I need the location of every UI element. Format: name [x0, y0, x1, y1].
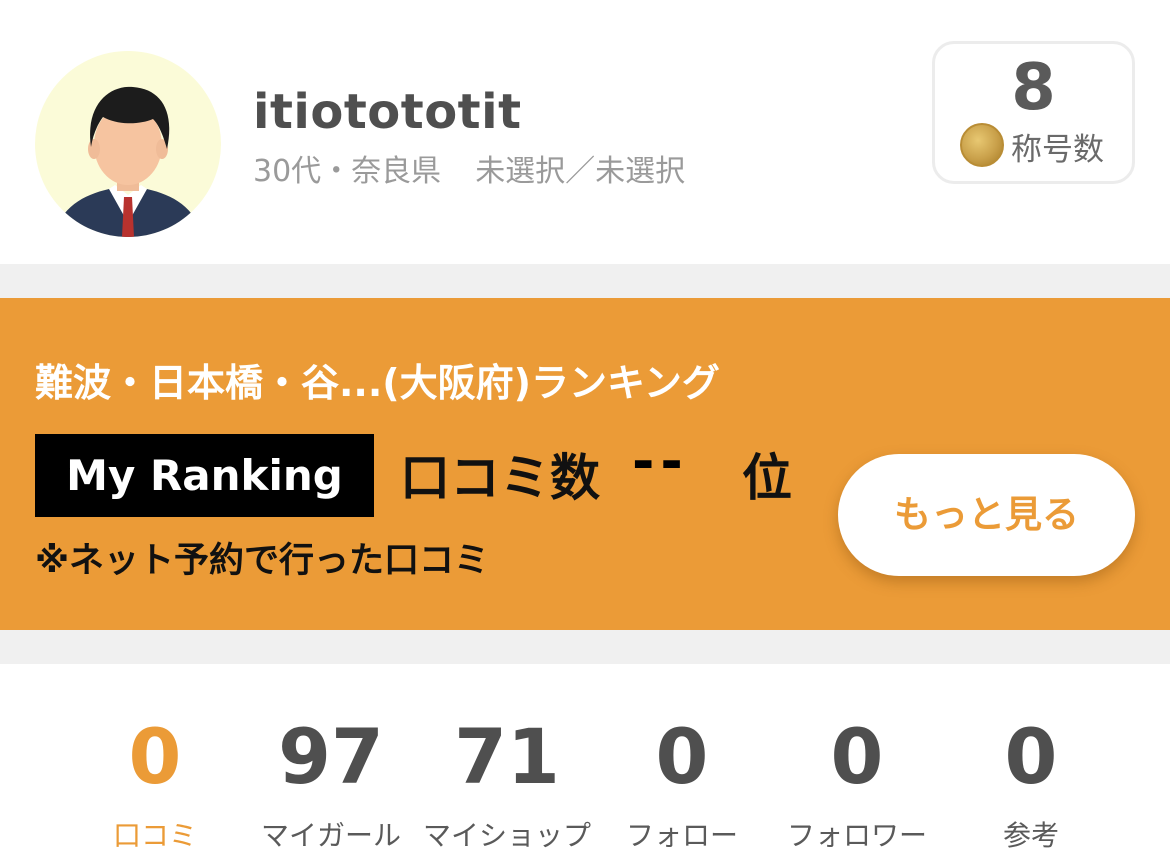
profile-meta: 30代・奈良県 未選択／未選択 [253, 146, 685, 190]
meta-dot: ・ [321, 154, 352, 189]
profile-header: itiotototit 30代・奈良県 未選択／未選択 8 称号数 [0, 0, 1170, 264]
my-ranking-badge: My Ranking [35, 434, 374, 517]
stat-following[interactable]: 0 フォロー [587, 714, 777, 854]
title-count-box[interactable]: 8 称号数 [932, 41, 1135, 184]
ranking-banner: 難波・日本橋・谷...(大阪府)ランキング My Ranking 口コミ数 --… [0, 298, 1170, 630]
stat-label: フォロー [625, 819, 738, 852]
stat-value: 0 [1004, 712, 1058, 801]
stat-label: マイガール [260, 819, 401, 852]
ranking-area-title: 難波・日本橋・谷...(大阪府)ランキング [35, 361, 720, 405]
ranking-kind: 口コミ数 [400, 449, 600, 507]
profile-page: itiotototit 30代・奈良県 未選択／未選択 8 称号数 難波・日本橋・… [0, 0, 1170, 863]
age: 30代 [253, 154, 322, 189]
stat-label: フォロワー [786, 819, 927, 852]
coin-icon [960, 123, 1004, 167]
title-count: 8 [1011, 51, 1056, 125]
stat-label: 口コミ [112, 819, 197, 852]
title-label: 称号数 [1011, 132, 1104, 168]
stat-label: マイショップ [422, 819, 591, 852]
username: itiotototit [253, 84, 522, 140]
avatar-icon [53, 86, 203, 237]
stat-my-girls[interactable]: 97 マイガール [236, 714, 426, 854]
ranking-unit: 位 [742, 449, 792, 507]
ranking-note: ※ネット予約で行った口コミ [35, 541, 490, 581]
stat-label: 参考 [1002, 819, 1059, 852]
stat-value: 71 [454, 712, 560, 801]
stats-bar: 0 口コミ 97 マイガール 71 マイショップ 0 フォロー 0 フォロワー … [0, 664, 1170, 863]
see-more-button[interactable]: もっと見る [838, 454, 1135, 576]
stat-value: 0 [655, 712, 709, 801]
stat-value: 97 [278, 712, 384, 801]
avatar[interactable] [35, 51, 221, 237]
stat-my-shops[interactable]: 71 マイショップ [412, 714, 602, 854]
selection: 未選択／未選択 [475, 154, 686, 189]
section-divider [0, 630, 1170, 664]
prefecture: 奈良県 [351, 154, 442, 189]
stat-value: 0 [128, 712, 182, 801]
ranking-value: -- [632, 430, 689, 493]
stat-reviews[interactable]: 0 口コミ [60, 714, 250, 854]
stat-helpful[interactable]: 0 参考 [936, 714, 1126, 854]
stat-value: 0 [830, 712, 884, 801]
section-divider [0, 264, 1170, 298]
stat-followers[interactable]: 0 フォロワー [762, 714, 952, 854]
